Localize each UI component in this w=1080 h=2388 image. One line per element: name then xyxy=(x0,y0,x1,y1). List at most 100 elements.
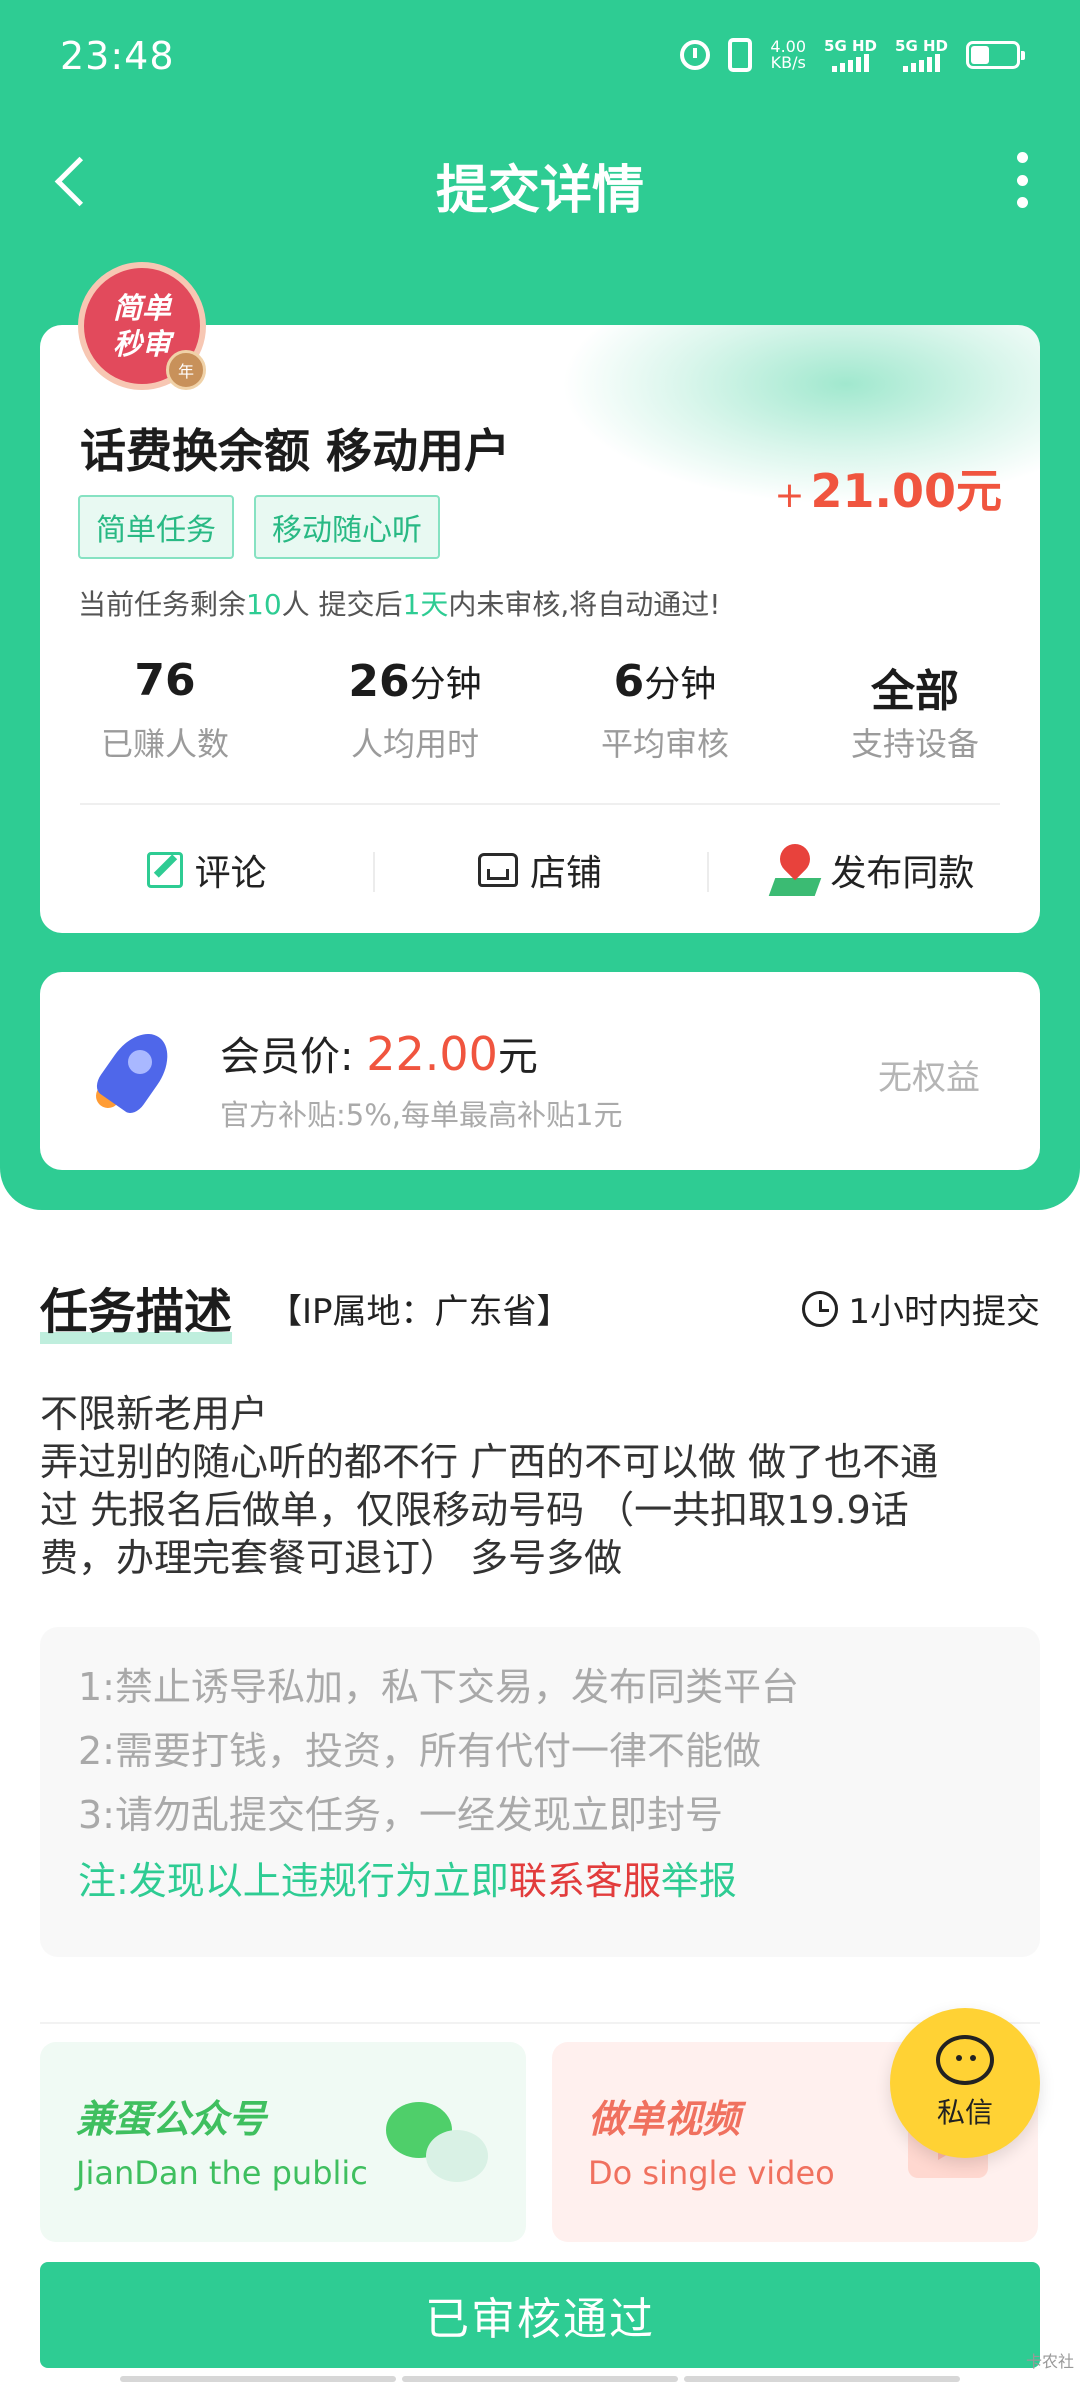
page-title: 提交详情 xyxy=(435,161,644,221)
stat-devices: 全部 支持设备 xyxy=(790,655,1040,765)
stat-unit: 分钟 xyxy=(409,664,482,705)
stat-avg-time: 26分钟 人均用时 xyxy=(290,655,540,765)
home-indicator xyxy=(120,2376,960,2382)
chat-bubble-icon xyxy=(936,2035,994,2085)
task-reward: +21.00元 xyxy=(774,455,1002,521)
rule-item: 3:请勿乱提交任务，一经发现立即封号 xyxy=(78,1793,723,1837)
vibrate-icon xyxy=(728,38,753,72)
stat-avg-review: 6分钟 平均审核 xyxy=(540,655,790,765)
badge-line-2: 秒审 xyxy=(112,327,171,361)
description-line: 费，办理完套餐可退订） 多号多做 xyxy=(40,1536,623,1580)
comment-button[interactable]: 评论 xyxy=(40,844,373,896)
private-message-button[interactable]: 私信 xyxy=(890,2008,1040,2158)
stat-unit: 分钟 xyxy=(644,664,717,705)
stat-value: 6 xyxy=(613,656,645,707)
wechat-icon xyxy=(386,2102,496,2192)
stat-label: 已赚人数 xyxy=(100,725,229,763)
member-subsidy: 官方补贴:5%,每单最高补贴1元 xyxy=(220,1098,623,1132)
task-stats: 76 已赚人数 26分钟 人均用时 6分钟 平均审核 全部 支持设备 xyxy=(40,655,1040,765)
signal-2-label: 5G HD xyxy=(895,36,948,55)
description-title: 任务描述 xyxy=(40,1272,233,1344)
alarm-icon xyxy=(680,40,711,70)
member-price-label: 会员价: xyxy=(220,1034,354,1080)
note-prefix: 注:发现以上违规行为立即 xyxy=(78,1859,509,1903)
status-bar: 23:48 4.00 KB/s 5G HD 5G HD xyxy=(0,0,1080,110)
submit-deadline: 1小时内提交 xyxy=(802,1284,1040,1333)
task-card: 话费换余额 移动用户 +21.00元 简单任务 移动随心听 当前任务剩余10人 … xyxy=(40,325,1040,933)
stat-value: 26 xyxy=(348,656,410,707)
notice-count: 10 xyxy=(246,588,282,621)
stat-label: 人均用时 xyxy=(350,725,479,763)
description-header: 任务描述 【IP属地：广东省】 1小时内提交 xyxy=(40,1272,1040,1344)
member-price-value: 22.00 xyxy=(366,1027,498,1081)
task-notice: 当前任务剩余10人 提交后1天内未审核,将自动通过! xyxy=(78,583,721,623)
description-text: 不限新老用户 弄过别的随心听的都不行 广西的不可以做 做了也不通 过 先报名后做… xyxy=(40,1390,1045,1582)
watermark: 卡农社 xyxy=(1025,2352,1074,2371)
description-line: 不限新老用户 xyxy=(40,1392,269,1436)
medal-icon: 年 xyxy=(166,350,206,390)
description-line: 弄过别的随心听的都不行 广西的不可以做 做了也不通 xyxy=(40,1440,939,1484)
task-tags: 简单任务 移动随心听 xyxy=(78,495,440,559)
signal-1: 5G HD xyxy=(824,36,878,72)
comment-label: 评论 xyxy=(194,853,267,894)
rules-box: 1:禁止诱导私加，私下交易，发布同类平台 2:需要打钱，投资，所有代付一律不能做… xyxy=(40,1627,1040,1957)
shop-button[interactable]: 店铺 xyxy=(373,844,706,896)
badge-line-1: 简单 xyxy=(112,291,171,325)
rule-item: 1:禁止诱导私加，私下交易，发布同类平台 xyxy=(78,1665,799,1709)
member-price-card[interactable]: 会员价: 22.00元 官方补贴:5%,每单最高补贴1元 无权益 xyxy=(40,972,1040,1170)
edit-icon xyxy=(146,852,183,888)
rocket-icon xyxy=(90,1020,186,1118)
notice-suffix: 内未审核,将自动通过! xyxy=(448,588,721,621)
approved-status-button[interactable]: 已审核通过 xyxy=(40,2262,1040,2368)
more-options-button[interactable] xyxy=(1010,152,1034,208)
notice-days: 1天 xyxy=(402,588,449,621)
ip-location: 【IP属地：广东省】 xyxy=(268,1292,571,1332)
tag-simple-task: 简单任务 xyxy=(78,495,234,559)
nav-bar: 提交详情 xyxy=(0,130,1080,230)
publish-same-label: 发布同款 xyxy=(830,853,975,894)
shop-label: 店铺 xyxy=(529,853,602,894)
notice-prefix: 当前任务剩余 xyxy=(78,588,247,621)
task-actions: 评论 店铺 发布同款 xyxy=(40,807,1040,933)
stat-value: 76 xyxy=(134,655,196,706)
notice-mid: 人 提交后 xyxy=(281,588,403,621)
member-price-currency: 元 xyxy=(497,1034,538,1080)
stat-label: 平均审核 xyxy=(600,725,729,763)
signal-bars-icon xyxy=(895,53,948,72)
tag-mobile-listen: 移动随心听 xyxy=(254,495,440,559)
status-time: 23:48 xyxy=(60,34,175,78)
description-line: 过 先报名后做单，仅限移动号码 （一共扣取19.9话 xyxy=(40,1488,909,1532)
location-pin-icon xyxy=(772,844,818,896)
stat-label: 支持设备 xyxy=(850,725,979,763)
publish-same-button[interactable]: 发布同款 xyxy=(706,844,1040,896)
tutorial-video-title: 做单视频 xyxy=(588,2097,741,2141)
rule-item: 2:需要打钱，投资，所有代付一律不能做 xyxy=(78,1729,761,1773)
battery-icon xyxy=(966,41,1025,69)
reward-amount: 21.00元 xyxy=(810,464,1002,518)
stat-earned-users: 76 已赚人数 xyxy=(40,655,290,765)
signal-2: 5G HD xyxy=(895,36,948,72)
clock-icon xyxy=(802,1290,839,1327)
task-title: 话费换余额 移动用户 xyxy=(80,424,511,478)
card-divider xyxy=(80,803,1000,805)
official-account-subtitle: JianDan the public xyxy=(76,2154,368,2192)
signal-1-label: 5G HD xyxy=(824,36,878,55)
member-benefit-status: 无权益 xyxy=(878,1058,980,1098)
stat-value: 全部 xyxy=(871,666,959,717)
note-suffix: 举报 xyxy=(660,1859,737,1903)
reward-sign: + xyxy=(774,475,805,516)
rule-note: 注:发现以上违规行为立即联系客服举报 xyxy=(78,1847,1002,1915)
official-account-card[interactable]: 兼蛋公众号 JianDan the public xyxy=(40,2042,526,2242)
section-divider xyxy=(40,2022,1040,2024)
tutorial-video-subtitle: Do single video xyxy=(588,2154,835,2192)
network-speed: 4.00 KB/s xyxy=(770,39,806,71)
deadline-label: 1小时内提交 xyxy=(848,1292,1040,1332)
status-icons: 4.00 KB/s 5G HD 5G HD xyxy=(680,36,1025,72)
private-message-label: 私信 xyxy=(936,2096,993,2129)
official-account-title: 兼蛋公众号 xyxy=(76,2097,267,2141)
member-price-line: 会员价: 22.00元 xyxy=(220,1024,538,1082)
contact-service-link[interactable]: 联系客服 xyxy=(509,1859,661,1903)
signal-bars-icon xyxy=(824,53,877,72)
shop-icon xyxy=(477,853,518,887)
network-speed-unit: KB/s xyxy=(770,53,806,72)
